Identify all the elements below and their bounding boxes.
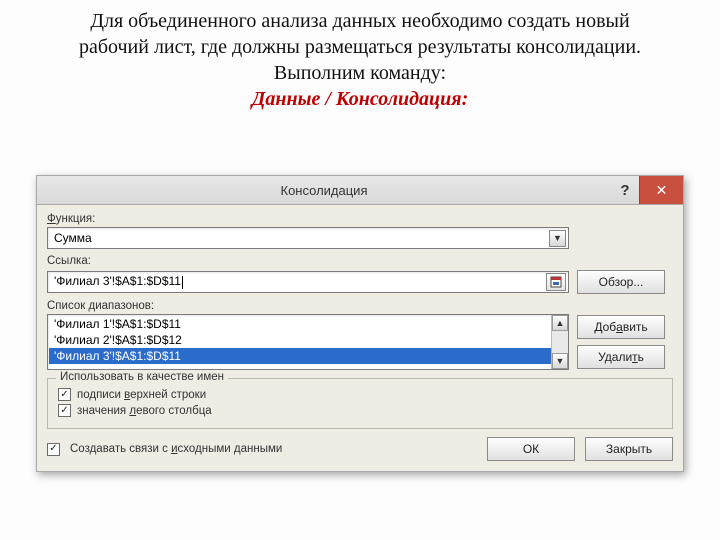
check-icon: ✓ [49, 444, 57, 454]
scroll-down-icon[interactable]: ▼ [552, 353, 568, 369]
check-icon: ✓ [60, 390, 68, 400]
text-caret [182, 276, 183, 289]
top-row-label: подписи верхней строки [77, 389, 206, 401]
dialog-titlebar[interactable]: Консолидация ? ✕ [36, 175, 684, 205]
slide-command: Данные / Консолидация: [55, 86, 665, 112]
create-links-checkbox[interactable]: ✓ [47, 443, 60, 456]
browse-button[interactable]: Обзор... [577, 270, 665, 294]
list-item[interactable]: 'Филиал 2'!$A$1:$D$12 [49, 332, 567, 348]
help-icon[interactable]: ? [611, 182, 639, 199]
left-col-label: значения левого столбца [77, 405, 212, 417]
close-icon: ✕ [656, 182, 668, 199]
function-label: Функция: [47, 213, 673, 225]
top-row-checkbox[interactable]: ✓ [58, 388, 71, 401]
list-item-selected[interactable]: 'Филиал 3'!$A$1:$D$11 [49, 348, 567, 364]
slide-line-2: Выполним команду: [55, 60, 665, 86]
dialog-title: Консолидация [37, 183, 611, 198]
delete-button[interactable]: Удалить [577, 345, 665, 369]
ranges-label: Список диапазонов: [47, 300, 673, 312]
list-item[interactable]: 'Филиал 1'!$A$1:$D$11 [49, 316, 567, 332]
group-legend: Использовать в качестве имен [56, 371, 228, 383]
function-value: Сумма [54, 231, 92, 245]
chevron-down-icon[interactable]: ▼ [549, 230, 566, 247]
scroll-up-icon[interactable]: ▲ [552, 315, 568, 331]
names-groupbox: Использовать в качестве имен ✓ подписи в… [47, 378, 673, 429]
dialog-body: Функция: Сумма ▼ Ссылка: 'Филиал 3'!$A$1… [36, 205, 684, 472]
range-picker-icon[interactable] [546, 273, 566, 291]
slide-description: Для объединенного анализа данных необход… [0, 0, 720, 116]
close-button[interactable]: ✕ [639, 176, 683, 204]
listbox-scrollbar[interactable]: ▲ ▼ [551, 315, 568, 369]
check-icon: ✓ [60, 406, 68, 416]
reference-label: Ссылка: [47, 255, 673, 267]
create-links-label: Создавать связи с исходными данными [70, 443, 282, 455]
reference-value: 'Филиал 3'!$A$1:$D$11 [54, 274, 181, 288]
left-col-checkbox[interactable]: ✓ [58, 404, 71, 417]
close-dialog-button[interactable]: Закрыть [585, 437, 673, 461]
ok-button[interactable]: ОК [487, 437, 575, 461]
reference-input[interactable]: 'Филиал 3'!$A$1:$D$11 [47, 271, 569, 293]
slide-line-1: Для объединенного анализа данных необход… [55, 8, 665, 60]
consolidate-dialog: Консолидация ? ✕ Функция: Сумма ▼ Ссылка… [36, 175, 684, 472]
function-select[interactable]: Сумма ▼ [47, 227, 569, 249]
add-button[interactable]: Добавить [577, 315, 665, 339]
ranges-listbox[interactable]: 'Филиал 1'!$A$1:$D$11 'Филиал 2'!$A$1:$D… [47, 314, 569, 370]
